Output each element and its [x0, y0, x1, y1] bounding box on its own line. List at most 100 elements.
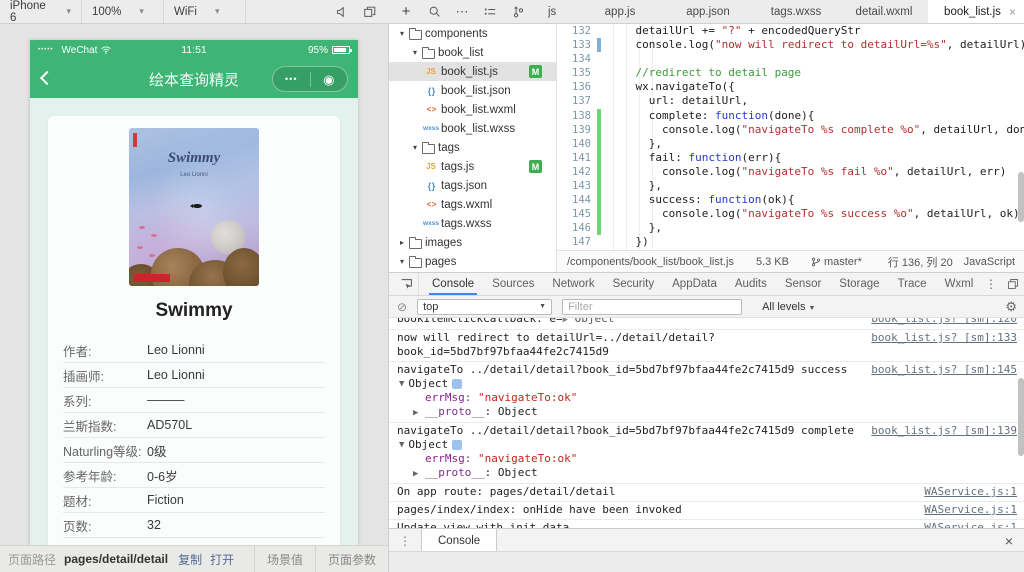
tree-item[interactable]: JS book_list.js M [389, 62, 556, 81]
tree-expander-icon[interactable]: ▾ [410, 48, 420, 57]
tree-item[interactable]: ▸ images [389, 233, 556, 252]
devtools-menu-icon[interactable]: ⋮ [985, 277, 997, 291]
tree-item[interactable]: ▾ pages [389, 252, 556, 271]
devtools-tabs: Console Sources Network Security AppData Audi… [389, 273, 1024, 296]
tree-item[interactable]: { } tags.json [389, 176, 556, 195]
device-select[interactable]: iPhone 6 ▾ [0, 0, 82, 24]
devtools-tab[interactable]: Wxml [936, 273, 983, 295]
log-source-link[interactable]: WAService.js:1 [914, 521, 1017, 528]
editor-tab[interactable]: app.json [664, 0, 752, 23]
tree-item[interactable]: ▾ components [389, 24, 556, 43]
inspect-element-icon[interactable] [395, 273, 419, 295]
inline-object[interactable]: ▶ Object [563, 318, 615, 327]
sound-icon[interactable] [332, 2, 352, 22]
log-source-link[interactable]: WAService.js:1 [914, 485, 1017, 499]
devtools-tab[interactable]: Sources [483, 273, 543, 295]
close-drawer-icon[interactable]: × [993, 533, 1024, 549]
language-mode[interactable]: JavaScript [964, 256, 1015, 268]
console-log-area[interactable]: bookItemClickCallback: e= ▶ Object book_… [389, 318, 1024, 528]
undock-icon[interactable] [1007, 278, 1019, 290]
zoom-select[interactable]: 100% ▾ [82, 0, 164, 23]
console-log-row: navigateTo ../detail/detail?book_id=5bd7… [389, 423, 1024, 484]
code-line: 147 }) [557, 235, 1024, 249]
tree-item[interactable]: < > book_list.wxml [389, 100, 556, 119]
tree-item[interactable]: ▾ tags [389, 138, 556, 157]
tree-expander-icon[interactable]: ▾ [410, 143, 420, 152]
tree-expander-icon[interactable]: ▾ [397, 29, 407, 38]
zoom-select-value: 100% [92, 5, 122, 18]
book-field-row: 页数: 32 [63, 513, 325, 538]
devtools-tab[interactable]: Audits [726, 273, 776, 295]
book-cover-image: Swimmy Leo Lionni [129, 128, 259, 286]
tree-item[interactable]: wxss book_list.wxss [389, 119, 556, 138]
drawer-menu-icon[interactable]: ⋮ [389, 534, 421, 548]
tab-close-icon[interactable]: × [1009, 5, 1016, 19]
log-source-link[interactable]: book_list.js? [sm]:145 [861, 363, 1017, 377]
editor-tab[interactable]: book_list.js × [928, 0, 1024, 23]
tree-item[interactable]: JS tags.js M [389, 157, 556, 176]
tree-item[interactable]: < > tags.wxml [389, 195, 556, 214]
context-select[interactable]: top ▼ [417, 298, 553, 315]
page-params-tab[interactable]: 页面参数 [314, 545, 388, 572]
network-select[interactable]: WiFi ▾ [164, 0, 246, 23]
editor-scrollbar[interactable] [1018, 172, 1024, 222]
tree-item[interactable]: { } book_list.json [389, 81, 556, 100]
clock: 11:51 [181, 44, 207, 56]
console-scrollbar[interactable] [1018, 378, 1024, 456]
new-file-icon[interactable]: + [396, 2, 416, 22]
code-editor[interactable]: 132 detailUrl += "?" + encodedQueryStr 1… [557, 24, 1024, 250]
log-source-link[interactable]: book_list.js? [sm]:133 [861, 331, 1017, 359]
object-expansion: ▼ Object errMsg: "navigateTo:ok" ▶ __prot… [399, 377, 578, 418]
expand-icon[interactable]: ▶ [413, 408, 418, 418]
devtools-tab[interactable]: Trace [889, 273, 936, 295]
search-icon[interactable] [424, 2, 444, 22]
scene-value-tab[interactable]: 场景值 [253, 545, 315, 572]
git-branch-indicator[interactable]: master* [811, 256, 862, 268]
file-type-icon: < > [426, 105, 437, 114]
book-fields: 作者: Leo Lionni 插画师: Leo Lionni 系列: ——— 兰… [63, 338, 325, 538]
expand-icon[interactable]: ▶ [413, 469, 418, 479]
editor-tab[interactable]: tags.wxss [752, 0, 840, 23]
cascade-windows-icon[interactable] [360, 2, 380, 22]
filter-input[interactable] [562, 298, 743, 315]
copy-path-link[interactable]: 复制 [178, 551, 202, 568]
devtools-tab[interactable]: Console [423, 273, 483, 295]
devtools-tab[interactable]: Sensor [776, 273, 830, 295]
log-levels-select[interactable]: All levels ▼ [762, 301, 815, 313]
tree-expander-icon[interactable]: ▸ [397, 238, 407, 247]
devtools-tab[interactable]: AppData [663, 273, 726, 295]
collapse-icon[interactable]: ▼ [399, 438, 404, 452]
editor-tab[interactable]: js [548, 0, 576, 23]
collapse-icon[interactable]: ▼ [399, 377, 404, 391]
menu-dots-icon[interactable]: ••• [273, 74, 310, 84]
tree-item[interactable]: wxss tags.wxss [389, 214, 556, 233]
devtools-tab[interactable]: Security [604, 273, 664, 295]
exit-record-icon[interactable]: ◉ [311, 73, 348, 86]
devtools-tab[interactable]: Network [543, 273, 603, 295]
git-icon[interactable] [508, 2, 528, 22]
phone-simulator: ••••• WeChat 11:51 95% 绘本查询精灵 ••• ◉ Swim… [30, 40, 358, 545]
tree-item-label: book_list.wxml [441, 103, 516, 116]
tree-item[interactable]: ▾ book_list [389, 43, 556, 62]
devtools-tab[interactable]: Storage [830, 273, 888, 295]
open-path-link[interactable]: 打开 [210, 551, 234, 568]
log-source-link[interactable]: book_list.js? [sm]:139 [861, 424, 1017, 438]
clear-console-icon[interactable]: ⊘ [397, 300, 407, 314]
console-settings-icon[interactable]: ⚙ [1005, 299, 1017, 315]
drawer-console-tab[interactable]: Console [421, 528, 498, 553]
editor-tab[interactable]: detail.wxml [840, 0, 928, 23]
tree-item-label: tags.js [441, 160, 475, 173]
outline-list-icon[interactable] [480, 2, 500, 22]
code-text: detailUrl += "?" + encodedQueryStr [609, 24, 861, 37]
editor-tab[interactable]: app.js [576, 0, 664, 23]
log-source-link[interactable]: WAService.js:1 [914, 503, 1017, 517]
modified-badge: M [529, 160, 542, 173]
code-line: 134 [557, 52, 1024, 66]
log-message: navigateTo ../detail/detail?book_id=5bd7… [397, 424, 854, 437]
tree-expander-icon[interactable]: ▾ [397, 257, 407, 266]
code-line: 144 success: function(ok){ [557, 193, 1024, 208]
log-source-link[interactable]: book_list.js? [sm]:120 [861, 318, 1017, 327]
code-text: }, [609, 179, 662, 193]
more-options-icon[interactable]: ⋯ [452, 2, 472, 22]
code-text: fail: function(err){ [609, 150, 782, 164]
